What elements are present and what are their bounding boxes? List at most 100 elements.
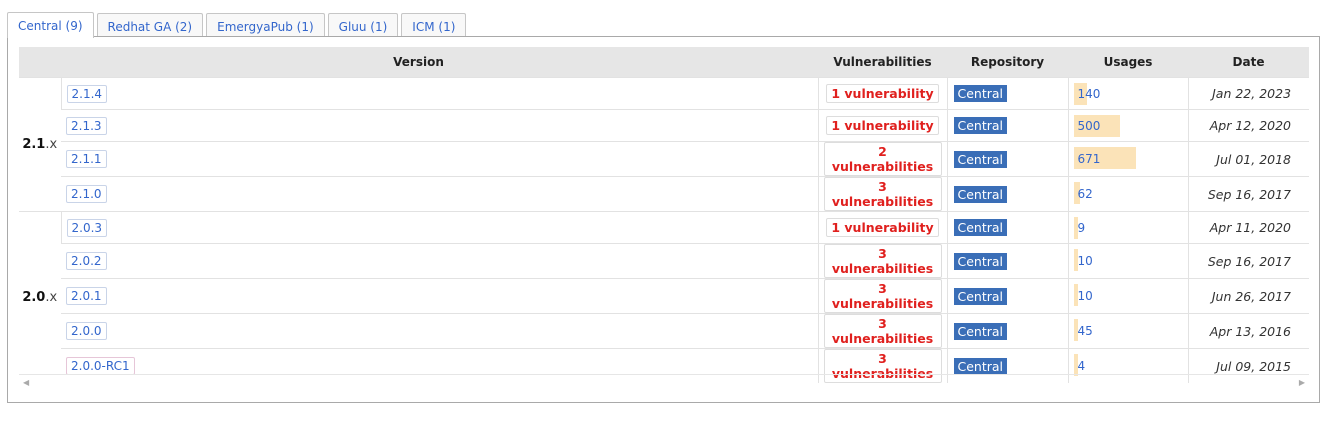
usages-cell: 45 (1067, 313, 1189, 349)
scroll-left-icon[interactable]: ◀ (23, 378, 29, 387)
usage-count[interactable]: 500 (1074, 119, 1101, 133)
date-cell: Sep 16, 2017 (1187, 176, 1310, 212)
versions-grid: Version Vulnerabilities Repository Usage… (19, 47, 1310, 383)
repository-badge[interactable]: Central (953, 287, 1008, 305)
repository-cell: Central (946, 176, 1069, 212)
scroll-right-icon[interactable]: ▶ (1299, 378, 1305, 387)
vulnerability-link[interactable]: 1 vulnerability (826, 84, 939, 103)
repository-badge[interactable]: Central (953, 252, 1008, 270)
group-suffix: .x (45, 137, 58, 152)
repository-cell: Central (946, 211, 1069, 244)
version-link[interactable]: 2.1.0 (66, 185, 107, 203)
table-row: 2.1.0 3 vulnerabilities Central 62 Sep 16, 2… (19, 176, 1310, 212)
vulnerability-cell: 3 vulnerabilities (817, 278, 948, 314)
header-usages: Usages (1068, 47, 1189, 78)
repository-badge[interactable]: Central (953, 85, 1008, 102)
header-date: Date (1188, 47, 1310, 78)
version-link[interactable]: 2.1.3 (66, 116, 107, 135)
version-link[interactable]: 2.0.2 (66, 252, 107, 270)
group-major: 2.1 (22, 137, 46, 152)
tab-0[interactable]: Central (9) (7, 12, 94, 38)
tab-4[interactable]: ICM (1) (401, 13, 467, 37)
vulnerability-link[interactable]: 3 vulnerabilities (823, 314, 942, 348)
repository-badge[interactable]: Central (953, 117, 1008, 134)
repository-badge[interactable]: Central (953, 357, 1008, 375)
vulnerability-link[interactable]: 3 vulnerabilities (823, 279, 942, 313)
repository-badge[interactable]: Central (953, 150, 1008, 168)
header-version: Version (19, 47, 819, 78)
version-link[interactable]: 2.1.1 (66, 150, 107, 168)
repository-cell: Central (946, 243, 1069, 279)
group-suffix: .x (45, 290, 58, 305)
date-cell: Apr 13, 2016 (1187, 313, 1310, 349)
usages-cell: 10 (1067, 278, 1189, 314)
vulnerability-cell: 3 vulnerabilities (817, 243, 948, 279)
usages-cell: 140 (1067, 77, 1189, 110)
versions-panel: Version Vulnerabilities Repository Usage… (7, 36, 1320, 403)
usage-count[interactable]: 45 (1074, 324, 1093, 338)
version-link[interactable]: 2.0.0-RC1 (66, 357, 135, 375)
usage-count[interactable]: 671 (1074, 152, 1101, 166)
repository-cell: Central (946, 313, 1069, 349)
version-cell: 2.0.3 (60, 211, 819, 244)
version-cell: 2.0.1 (61, 278, 819, 314)
vulnerability-cell: 1 vulnerability (817, 77, 948, 110)
version-cell: 2.0.0 (61, 313, 819, 349)
vulnerability-cell: 3 vulnerabilities (817, 313, 948, 349)
usages-cell: 9 (1067, 211, 1189, 244)
version-cell: 2.1.0 (61, 176, 819, 212)
usage-count[interactable]: 140 (1074, 87, 1101, 101)
header-vulnerabilities: Vulnerabilities (818, 47, 948, 78)
usage-count[interactable]: 4 (1074, 359, 1086, 373)
date-cell: Apr 11, 2020 (1187, 211, 1310, 244)
table-header-row: Version Vulnerabilities Repository Usage… (19, 47, 1310, 78)
repository-badge[interactable]: Central (953, 322, 1008, 340)
table-row: 2.0.x 2.0.3 1 vulnerability Central 9 Apr 11,… (19, 211, 1310, 383)
versions-table: Version Vulnerabilities Repository Usage… (19, 47, 1310, 383)
vulnerability-cell: 1 vulnerability (817, 211, 948, 244)
usage-count[interactable]: 10 (1074, 289, 1093, 303)
vulnerability-link[interactable]: 3 vulnerabilities (823, 177, 942, 211)
table-row: 2.1.1 2 vulnerabilities Central 671 Jul 01, … (19, 141, 1310, 177)
version-cell: 2.1.1 (61, 141, 819, 177)
usages-cell: 10 (1067, 243, 1189, 279)
date-cell: Sep 16, 2017 (1187, 243, 1310, 279)
version-link[interactable]: 2.0.3 (66, 218, 108, 237)
repository-tabs: Central (9) Redhat GA (2) EmergyaPub (1) Gl… (7, 12, 467, 38)
horizontal-scrollbar[interactable]: ◀ ▶ (19, 374, 1309, 391)
date-cell: Jul 01, 2018 (1187, 141, 1310, 177)
vulnerability-link[interactable]: 1 vulnerability (826, 116, 939, 135)
usage-count[interactable]: 62 (1074, 187, 1093, 201)
vulnerability-link[interactable]: 3 vulnerabilities (823, 244, 942, 278)
table-row: 2.0.0 3 vulnerabilities Central 45 Apr 13, 2… (19, 313, 1310, 349)
repository-cell: Central (946, 109, 1069, 142)
header-repository: Repository (947, 47, 1069, 78)
tab-2[interactable]: EmergyaPub (1) (206, 13, 325, 37)
table-row: 2.1.3 1 vulnerability Central 500 Apr 12, 20… (19, 109, 1310, 142)
usages-cell: 500 (1067, 109, 1189, 142)
vulnerability-cell: 3 vulnerabilities (817, 176, 948, 212)
repository-cell: Central (946, 77, 1069, 110)
tab-3[interactable]: Gluu (1) (327, 13, 399, 37)
version-group-label: 2.1.x (19, 77, 61, 212)
date-cell: Apr 12, 2020 (1187, 109, 1310, 142)
version-cell: 2.1.3 (61, 109, 819, 142)
tab-1[interactable]: Redhat GA (2) (96, 13, 204, 37)
vulnerability-link[interactable]: 2 vulnerabilities (823, 142, 942, 176)
date-cell: Jun 26, 2017 (1187, 278, 1310, 314)
repository-cell: Central (946, 141, 1069, 177)
usage-count[interactable]: 10 (1074, 254, 1093, 268)
repository-badge[interactable]: Central (953, 185, 1008, 203)
version-link[interactable]: 2.0.0 (66, 322, 107, 340)
version-link[interactable]: 2.0.1 (66, 287, 107, 305)
table-row: 2.0.2 3 vulnerabilities Central 10 Sep 16, 2… (19, 243, 1310, 279)
version-cell: 2.1.4 (60, 77, 819, 110)
repository-cell: Central (946, 278, 1069, 314)
usages-cell: 671 (1067, 141, 1189, 177)
repository-badge[interactable]: Central (953, 219, 1008, 236)
usage-count[interactable]: 9 (1074, 221, 1086, 235)
table-row: 2.1.x 2.1.4 1 vulnerability Central 140 Jan 2… (19, 77, 1310, 212)
version-link[interactable]: 2.1.4 (66, 84, 108, 103)
vulnerability-link[interactable]: 1 vulnerability (826, 218, 939, 237)
version-group-label: 2.0.x (19, 211, 61, 383)
